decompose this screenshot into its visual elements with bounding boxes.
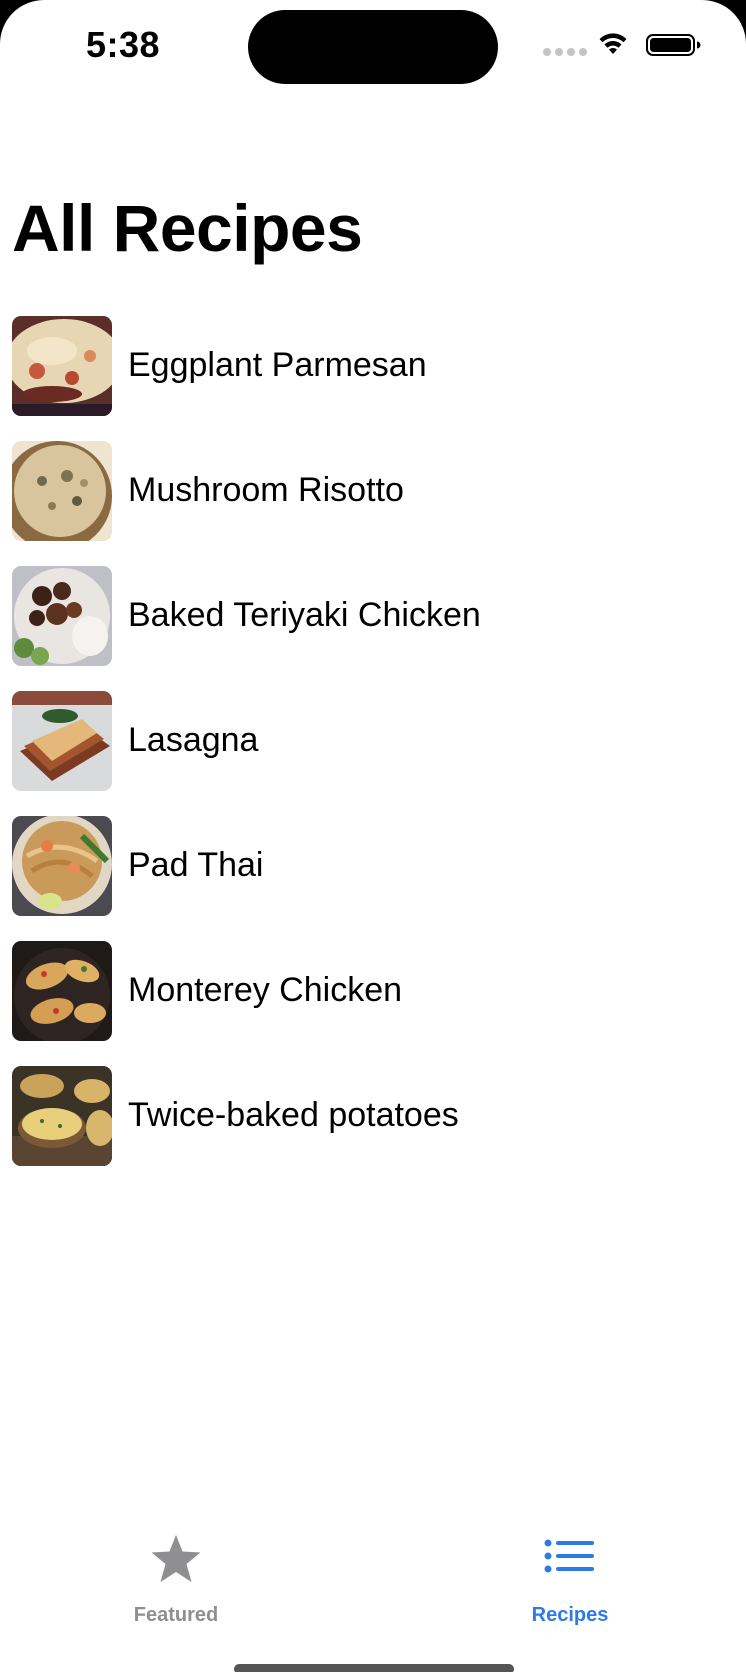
signal-dots-icon [543,48,587,56]
tab-bar: Featured Recipes [0,1510,746,1672]
recipe-list: Eggplant Parmesan Mushroom Risotto Baked… [0,316,746,1191]
baked-teriyaki-chicken-photo [12,566,112,666]
tab-recipes[interactable]: Recipes [470,1510,670,1630]
recipe-name: Monterey Chicken [128,971,403,1009]
list-item[interactable]: Twice-baked potatoes [0,1066,746,1191]
list-item[interactable]: Pad Thai [0,816,746,941]
recipe-name: Eggplant Parmesan [128,346,427,384]
recipe-name: Pad Thai [128,846,264,884]
battery-full-icon [646,34,701,56]
recipe-name: Twice-baked potatoes [128,1096,459,1134]
dynamic-island [248,10,498,84]
status-time: 5:38 [86,24,161,65]
monterey-chicken-photo [12,941,112,1041]
tab-recipes-label: Recipes [531,1604,609,1626]
lasagna-photo [12,691,112,791]
recipe-name: Baked Teriyaki Chicken [128,596,481,634]
pad-thai-photo [12,816,112,916]
list-item[interactable]: Eggplant Parmesan [0,316,746,441]
tab-featured[interactable]: Featured [76,1510,276,1630]
app-screen: 5:38 All Recipes Eggplant Parmesan Mushr… [0,0,746,1672]
home-indicator[interactable] [234,1664,514,1672]
list-item[interactable]: Monterey Chicken [0,941,746,1066]
star-icon [151,1535,201,1582]
list-item[interactable]: Lasagna [0,691,746,816]
wifi-icon [599,33,627,54]
twice-baked-potatoes-photo [12,1066,112,1166]
page-title: All Recipes [12,191,363,265]
list-item[interactable]: Baked Teriyaki Chicken [0,566,746,691]
recipe-name: Lasagna [128,721,259,759]
tab-featured-label: Featured [133,1604,219,1626]
recipe-name: Mushroom Risotto [128,471,404,509]
eggplant-parmesan-photo [12,316,112,416]
list-bullet-icon [544,1539,594,1573]
list-item[interactable]: Mushroom Risotto [0,441,746,566]
mushroom-risotto-photo [12,441,112,541]
